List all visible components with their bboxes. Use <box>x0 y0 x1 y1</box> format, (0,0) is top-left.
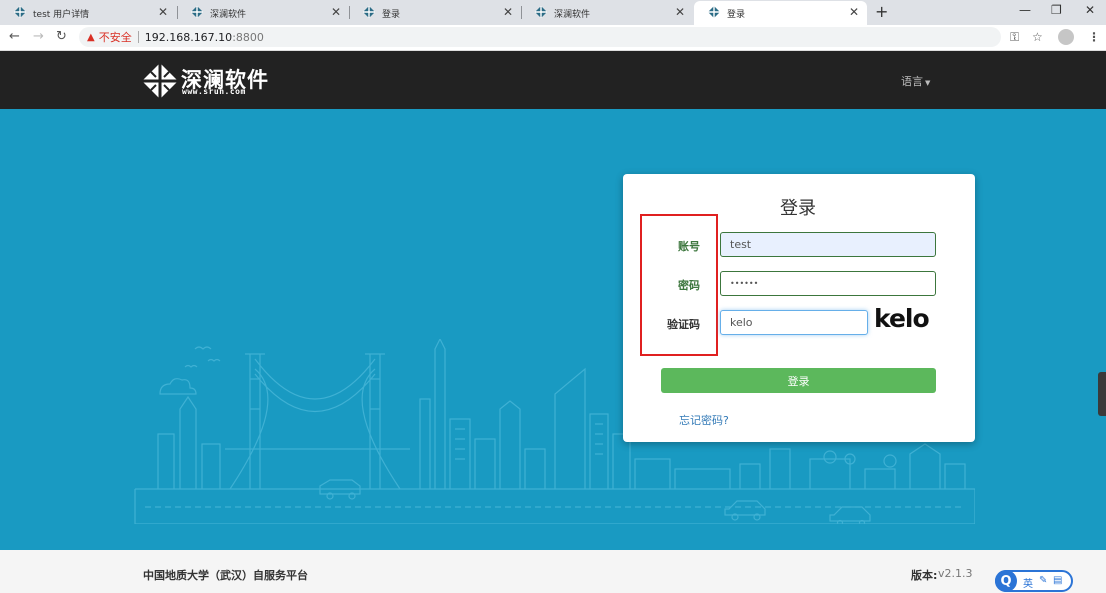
account-label: 账号 <box>678 240 700 253</box>
language-menu[interactable]: 语言 ▼ <box>901 73 930 89</box>
browser-tab[interactable]: 登录 ✕ <box>349 1 521 25</box>
school-name: 中国地质大学（武汉）自服务平台 <box>143 569 308 582</box>
brand-url: www.srun.com <box>182 87 246 96</box>
profile-avatar-icon[interactable] <box>1058 29 1074 45</box>
close-window-icon[interactable]: ✕ <box>1085 3 1095 17</box>
browser-tab[interactable]: test 用户详情 ✕ <box>0 1 176 25</box>
caret-down-icon: ▼ <box>925 79 931 87</box>
security-status[interactable]: 不安全 <box>99 29 132 45</box>
clipboard-icon[interactable]: ▤ <box>1053 575 1062 586</box>
ime-toolbar[interactable]: Q 英 ✎ ▤ <box>995 570 1073 592</box>
version-label: 版本: <box>911 569 938 582</box>
captcha-image[interactable]: kelo <box>874 304 930 333</box>
browser-toolbar: ← → ↻ ▲ 不安全 192.168.167.10:8800 ⚿ ☆ ⋮ <box>0 25 1106 51</box>
language-label: 语言 <box>901 75 923 88</box>
wrench-icon[interactable]: ✎ <box>1039 575 1047 586</box>
tab-title: 登录 <box>727 9 746 20</box>
srun-favicon-icon <box>14 6 26 18</box>
tab-title: 登录 <box>382 9 401 20</box>
key-icon[interactable]: ⚿ <box>1010 30 1019 45</box>
ime-language[interactable]: 英 <box>1023 575 1033 590</box>
srun-favicon-icon <box>363 6 375 18</box>
srun-favicon-icon <box>535 6 547 18</box>
close-icon[interactable]: ✕ <box>849 5 859 19</box>
address-bar[interactable]: ▲ 不安全 192.168.167.10:8800 <box>79 27 1001 47</box>
close-icon[interactable]: ✕ <box>331 5 341 19</box>
browser-tab-active[interactable]: 登录 ✕ <box>694 1 867 25</box>
tab-title: 深澜软件 <box>210 9 247 20</box>
srun-logo-icon <box>142 63 178 99</box>
ime-logo-icon[interactable]: Q <box>995 570 1017 592</box>
site-footer: 中国地质大学（武汉）自服务平台 版本: v2.1.3 Q 英 ✎ ▤ <box>0 550 1106 593</box>
tab-title: test 用户详情 <box>33 9 90 20</box>
srun-favicon-icon <box>191 6 203 18</box>
browser-tab-strip: test 用户详情 ✕ 深澜软件 ✕ 登录 ✕ 深澜软件 ✕ 登录 ✕ + — … <box>0 0 1106 25</box>
browser-tab[interactable]: 深澜软件 ✕ <box>177 1 349 25</box>
star-bookmark-icon[interactable]: ☆ <box>1032 30 1043 44</box>
new-tab-button[interactable]: + <box>875 2 888 21</box>
side-panel-handle[interactable] <box>1098 372 1106 416</box>
tab-title: 深澜软件 <box>554 9 591 20</box>
menu-dots-icon[interactable]: ⋮ <box>1088 30 1100 44</box>
site-header: 深澜软件 www.srun.com 语言 ▼ <box>0 51 1106 109</box>
account-input[interactable]: test <box>720 232 936 257</box>
forgot-password-link[interactable]: 忘记密码? <box>679 412 729 428</box>
close-icon[interactable]: ✕ <box>675 5 685 19</box>
captcha-input[interactable]: kelo <box>720 310 868 335</box>
password-input[interactable]: •••••• <box>720 271 936 296</box>
back-arrow-icon[interactable]: ← <box>9 29 20 44</box>
url-port: :8800 <box>232 30 264 44</box>
close-icon[interactable]: ✕ <box>503 5 513 19</box>
url-divider <box>137 31 139 43</box>
login-panel: 登录 账号 test 密码 •••••• 验证码 kelo kelo 登录 忘记… <box>623 174 975 442</box>
srun-favicon-icon <box>708 6 720 18</box>
captcha-label: 验证码 <box>667 318 700 331</box>
reload-icon[interactable]: ↻ <box>56 29 67 44</box>
password-label: 密码 <box>678 279 700 292</box>
restore-icon[interactable]: ❐ <box>1051 3 1062 17</box>
warning-icon[interactable]: ▲ <box>87 32 95 43</box>
browser-tab[interactable]: 深澜软件 ✕ <box>521 1 693 25</box>
close-icon[interactable]: ✕ <box>158 5 168 19</box>
minimize-icon[interactable]: — <box>1019 3 1031 17</box>
login-button[interactable]: 登录 <box>661 368 936 393</box>
version-value: v2.1.3 <box>938 567 973 580</box>
forward-arrow-icon[interactable]: → <box>33 29 44 44</box>
url-host: 192.168.167.10 <box>144 30 233 44</box>
